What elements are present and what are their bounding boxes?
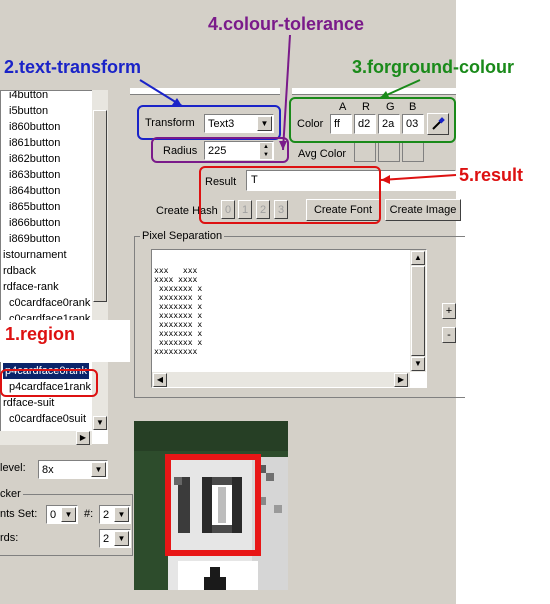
annotation-region: 1.region — [5, 324, 76, 344]
annotation-arrows — [139, 34, 457, 184]
annotation-text-transform: 2.text-transform — [4, 57, 142, 77]
annotation-foreground-colour: 3.forground-colour — [352, 57, 514, 77]
annotation-colour-tolerance: 4.colour-tolerance — [208, 14, 365, 34]
annotation-result: 5.result — [459, 165, 524, 185]
